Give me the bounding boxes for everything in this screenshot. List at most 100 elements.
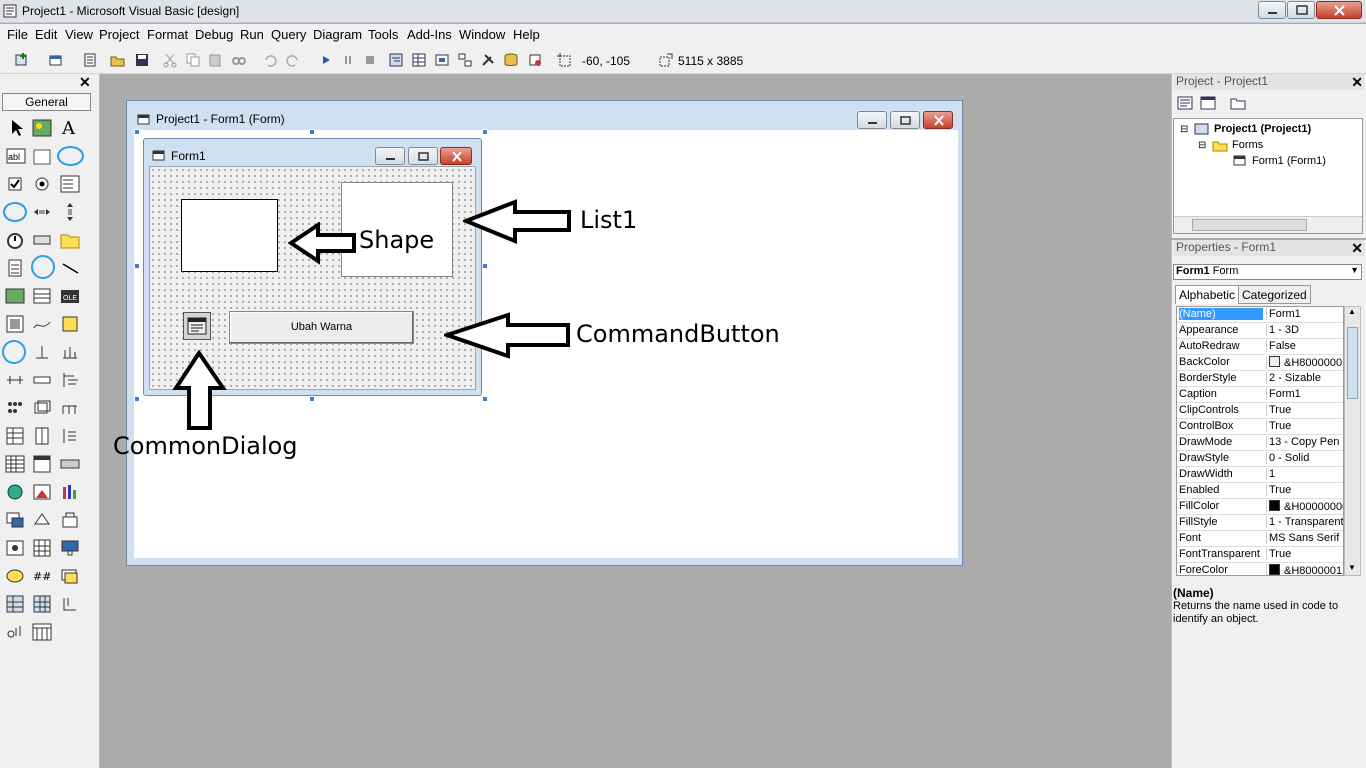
property-row[interactable]: BackColor &H8000000F — [1177, 355, 1343, 371]
find-icon[interactable] — [231, 52, 247, 68]
checkbox-tool-icon[interactable] — [6, 174, 26, 194]
tab-alphabetic[interactable]: Alphabetic — [1175, 285, 1240, 304]
close-button[interactable] — [1316, 1, 1362, 19]
undo-icon[interactable] — [262, 52, 278, 68]
tool-icon-35[interactable] — [32, 426, 52, 446]
property-row[interactable]: FontTransparent True — [1177, 547, 1343, 563]
listbox-tool-icon[interactable] — [3, 202, 27, 222]
tool-icon-44[interactable] — [32, 510, 52, 530]
property-row[interactable]: Appearance 1 - 3D — [1177, 323, 1343, 339]
tool-icon-29[interactable] — [32, 370, 52, 390]
tool-icon-46[interactable] — [5, 538, 25, 558]
menu-edit[interactable]: Edit — [35, 27, 57, 42]
property-value[interactable]: Form1 — [1266, 308, 1343, 320]
view-object-icon[interactable] — [1200, 96, 1216, 110]
commondialog-control[interactable] — [183, 312, 211, 340]
property-row[interactable]: ControlBox True — [1177, 419, 1343, 435]
line-tool-icon[interactable] — [60, 258, 80, 278]
tool-icon-48[interactable] — [60, 538, 80, 558]
frame-tool-icon[interactable] — [32, 146, 52, 166]
project-tree-hscrollbar[interactable] — [1174, 216, 1362, 233]
designer-restore-button[interactable] — [890, 111, 920, 129]
form1-minimize-button[interactable] — [375, 147, 405, 165]
property-value[interactable]: False — [1266, 340, 1343, 352]
scroll-thumb[interactable] — [1192, 219, 1307, 231]
tool-icon-23[interactable] — [32, 314, 52, 334]
toggle-folders-icon[interactable] — [1230, 96, 1246, 110]
property-value[interactable]: True — [1266, 404, 1343, 416]
property-row[interactable]: Caption Form1 — [1177, 387, 1343, 403]
redo-icon[interactable] — [285, 52, 301, 68]
view-code-icon[interactable] — [1177, 96, 1193, 110]
tree-collapse-icon[interactable]: ⊟ — [1180, 124, 1188, 135]
tool-icon-52[interactable] — [5, 594, 25, 614]
selection-handle[interactable] — [482, 129, 488, 135]
menu-help[interactable]: Help — [513, 27, 540, 42]
data-view-icon[interactable] — [503, 52, 519, 68]
tool-icon-33[interactable] — [60, 398, 80, 418]
property-value[interactable]: 13 - Copy Pen — [1266, 436, 1343, 448]
form1-maximize-button[interactable] — [408, 147, 438, 165]
minimize-button[interactable] — [1258, 1, 1286, 19]
property-row[interactable]: ClipControls True — [1177, 403, 1343, 419]
hscrollbar-tool-icon[interactable] — [32, 202, 52, 222]
property-value[interactable]: Form1 — [1266, 388, 1343, 400]
tool-icon-49[interactable] — [5, 566, 25, 586]
property-value[interactable]: 1 - Transparent — [1266, 516, 1343, 528]
menu-query[interactable]: Query — [271, 27, 306, 42]
tool-icon-41[interactable] — [32, 482, 52, 502]
add-form-icon[interactable] — [48, 52, 64, 68]
tool-icon-50[interactable]: ##| — [32, 566, 52, 586]
property-value[interactable]: True — [1266, 548, 1343, 560]
ole-tool-icon[interactable]: OLE — [60, 286, 80, 306]
property-value[interactable]: 2 - Sizable — [1266, 372, 1343, 384]
tool-icon-37[interactable] — [5, 454, 25, 474]
menu-file[interactable]: File — [7, 27, 28, 42]
maximize-button[interactable] — [1287, 1, 1315, 19]
command-button-control[interactable]: Ubah Warna — [229, 311, 414, 344]
selection-handle[interactable] — [309, 129, 315, 135]
project-explorer-close-icon[interactable]: ✕ — [1351, 74, 1363, 91]
selection-handle[interactable] — [134, 263, 140, 269]
property-row[interactable]: DrawMode 13 - Copy Pen — [1177, 435, 1343, 451]
menu-window[interactable]: Window — [459, 27, 505, 42]
image-tool-icon[interactable] — [5, 286, 25, 306]
paste-icon[interactable] — [208, 52, 224, 68]
designer-minimize-button[interactable] — [857, 111, 887, 129]
pointer-tool-icon[interactable] — [6, 118, 26, 138]
label-tool-icon[interactable]: A — [60, 118, 80, 138]
project-explorer-icon[interactable] — [388, 52, 404, 68]
tool-icon-27[interactable] — [60, 342, 80, 362]
property-row[interactable]: FillStyle 1 - Transparent — [1177, 515, 1343, 531]
form-layout-icon[interactable] — [434, 52, 450, 68]
selection-handle[interactable] — [134, 129, 140, 135]
drivelistbox-tool-icon[interactable] — [32, 230, 52, 250]
menu-diagram[interactable]: Diagram — [313, 27, 362, 42]
property-row[interactable]: AutoRedraw False — [1177, 339, 1343, 355]
tool-icon-32[interactable] — [32, 398, 52, 418]
filelistbox-tool-icon[interactable] — [5, 258, 25, 278]
property-row[interactable]: ForeColor &H80000012 — [1177, 563, 1343, 575]
property-value[interactable]: &H80000012 — [1266, 564, 1343, 575]
object-browser-icon[interactable] — [457, 52, 473, 68]
menu-editor-icon[interactable] — [82, 52, 98, 68]
property-row[interactable]: Enabled True — [1177, 483, 1343, 499]
tool-icon-55[interactable] — [5, 622, 25, 642]
property-value[interactable]: &H8000000F — [1266, 356, 1343, 369]
menu-debug[interactable]: Debug — [195, 27, 233, 42]
tool-icon-38[interactable] — [32, 454, 52, 474]
property-row[interactable]: BorderStyle 2 - Sizable — [1177, 371, 1343, 387]
tree-form1-item[interactable]: Form1 (Form1) — [1252, 155, 1326, 167]
shape-tool-icon[interactable] — [31, 255, 55, 279]
selection-handle[interactable] — [309, 396, 315, 402]
tool-icon-54[interactable] — [60, 594, 80, 614]
chevron-down-icon[interactable]: ▼ — [1350, 265, 1359, 275]
shape-control[interactable] — [181, 199, 278, 272]
save-icon[interactable] — [134, 52, 150, 68]
tool-icon-22[interactable] — [5, 314, 25, 334]
selection-handle[interactable] — [134, 396, 140, 402]
menu-view[interactable]: View — [65, 27, 93, 42]
object-selector[interactable]: Form1 Form ▼ — [1173, 264, 1362, 280]
copy-icon[interactable] — [185, 52, 201, 68]
property-value[interactable]: 0 - Solid — [1266, 452, 1343, 464]
